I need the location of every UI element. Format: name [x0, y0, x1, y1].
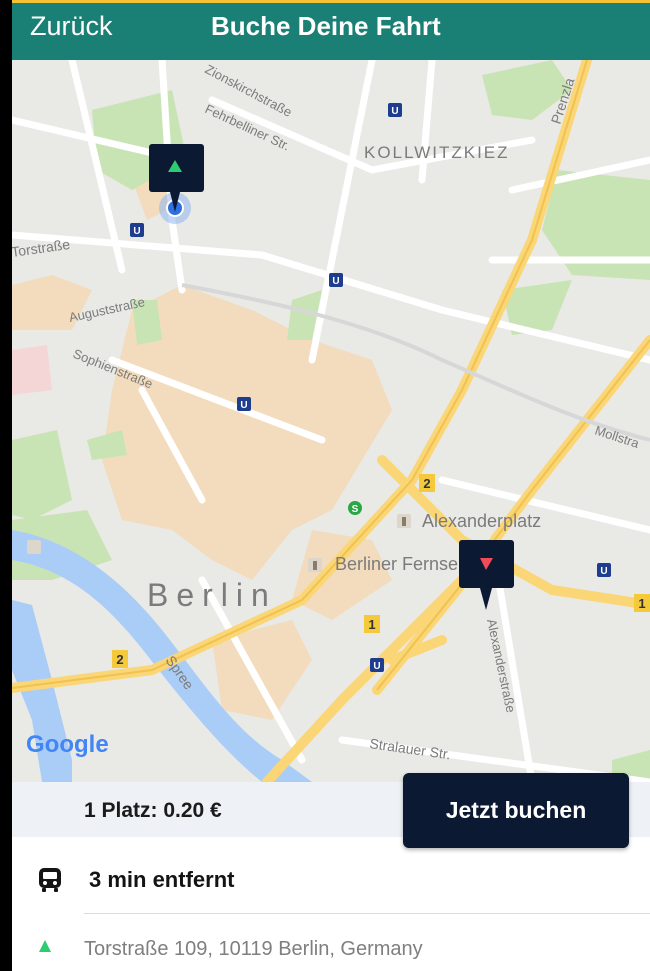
eta-row: 3 min entfernt — [12, 850, 650, 910]
svg-text:S: S — [352, 504, 359, 515]
google-logo: Google — [26, 731, 109, 758]
map-view[interactable]: 2 2 1 1 U U U U U U S KOLLWITZKIEZ Prenz… — [12, 60, 650, 782]
svg-text:U: U — [240, 400, 247, 411]
header-bar: Zurück Buche Deine Fahrt — [12, 0, 650, 60]
back-button[interactable]: Zurück — [30, 7, 113, 45]
svg-text:1: 1 — [638, 596, 645, 611]
road-badge-1-east: 1 — [634, 594, 650, 612]
svg-text:U: U — [133, 226, 140, 237]
svg-text:U: U — [600, 566, 607, 577]
svg-text:2: 2 — [423, 476, 430, 491]
svg-text:2: 2 — [116, 652, 123, 667]
bus-icon — [39, 868, 61, 892]
pickup-address: Torstraße 109, 10119 Berlin, Germany — [84, 938, 423, 960]
svg-text:1: 1 — [368, 617, 375, 632]
svg-text:U: U — [391, 106, 398, 117]
road-badge-2-west: 2 — [112, 650, 128, 668]
road-badge-2: 2 — [419, 474, 435, 492]
map-label-alexanderplatz: Alexanderplatz — [422, 511, 541, 531]
pickup-address-row[interactable]: Torstraße 109, 10119 Berlin, Germany — [12, 923, 650, 971]
svg-text:U: U — [373, 661, 380, 672]
screen: Zurück Buche Deine Fahrt 2 2 1 1 U U U U… — [12, 0, 650, 971]
svg-text:U: U — [332, 276, 339, 287]
divider — [84, 913, 650, 914]
map-label-berlin: Berlin — [147, 577, 277, 613]
pickup-triangle-icon — [39, 940, 51, 952]
book-now-button[interactable]: Jetzt buchen — [403, 773, 629, 848]
page-title: Buche Deine Fahrt — [211, 11, 441, 41]
eta-text: 3 min entfernt — [89, 867, 235, 892]
price-label: 1 Platz: 0.20 € — [84, 799, 222, 822]
map-label-kollwitzkiez: KOLLWITZKIEZ — [364, 143, 510, 162]
museum-icon — [27, 540, 41, 554]
road-badge-1: 1 — [364, 615, 380, 633]
